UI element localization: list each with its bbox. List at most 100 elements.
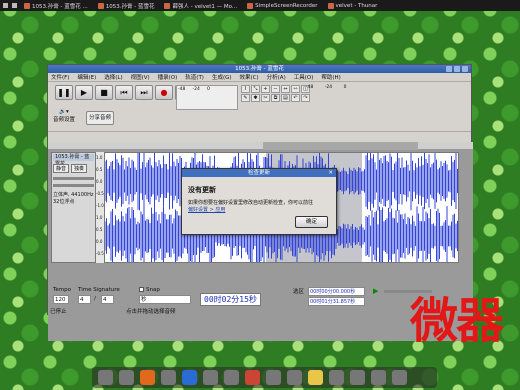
audio-setup-button[interactable]: 🔊▾ 音频设置 [53,109,75,123]
dock-app-icon[interactable] [182,370,197,385]
stop-button[interactable]: ■ [95,85,113,100]
fit-selection-icon[interactable]: ⇔ [281,85,290,93]
desktop-icon[interactable] [3,3,8,8]
dialog-close-icon[interactable]: ✕ [328,169,333,177]
taskbar: 1053.孙膏 - 蓝雪花 ... 1053.孙膏 - 蓝雪花 薛强人 - ve… [0,0,520,11]
selection-start-field[interactable]: 00时00分00.000秒 [308,287,365,296]
transport-toolbar: ❚❚ ▶ ■ ⏮ ⏭ ● ⟳ [55,85,193,100]
undo-icon[interactable]: ↶ [291,94,300,102]
share-audio-button[interactable]: 分享音频 [86,111,114,125]
selection-end-field[interactable]: 00时01分31.857秒 [308,297,365,306]
pause-button[interactable]: ❚❚ [55,85,73,100]
dock-app-icon[interactable] [287,370,302,385]
time-signature-label: Time Signature [78,287,120,293]
menu-help[interactable]: 帮助(H) [321,73,340,81]
pan-slider[interactable] [53,184,94,187]
play-button[interactable]: ▶ [75,85,93,100]
snap-label: Snap [146,287,160,293]
menu-edit[interactable]: 编辑(E) [77,73,96,81]
snap-select[interactable]: 秒 [139,295,191,304]
dock-app-icon[interactable] [119,370,134,385]
tempo-field[interactable]: 120 [53,295,69,304]
app-icon [164,2,171,9]
gain-slider[interactable] [53,177,94,180]
menu-effect[interactable]: 效果(C) [240,73,259,81]
tools-toolbar: I ⤡ + − ⇔ ⇿ ◫ ✎ ✱ ✂ ⧉ ▤ ↶ ↷ [241,85,310,102]
selection-tool-icon[interactable]: I [241,85,250,93]
envelope-tool-icon[interactable]: ⤡ [251,85,260,93]
dock-app-icon[interactable] [203,370,218,385]
timeline-ruler[interactable] [48,142,473,150]
tempo-label: Tempo [53,287,72,293]
dock-app-icon[interactable] [329,370,344,385]
skip-start-button[interactable]: ⏮ [115,85,133,100]
track-info: 立体声, 44100Hz 32位浮点 [53,192,94,205]
copy-icon[interactable]: ⧉ [271,94,280,102]
toolbar-area: ❚❚ ▶ ■ ⏮ ⏭ ● ⟳ -48 -24 0 I⤡+−⇔⇿◫ ✎✱✂⧉▤↶↷… [48,82,471,132]
workspace-icon[interactable] [12,3,17,8]
dock-app-icon[interactable] [266,370,281,385]
menu-analyze[interactable]: 分析(A) [267,73,286,81]
time-display[interactable]: 00时02分15秒 [200,293,261,306]
menu-transport[interactable]: 播录(O) [158,73,178,81]
scale-tick: 1.0 [96,215,103,220]
ok-button[interactable]: 确定 [295,216,328,228]
scale-tick: 0.0 [96,179,103,184]
meter-tick: -48 [306,85,314,90]
sig-denominator-field[interactable]: 4 [101,295,114,304]
dock-app-icon[interactable] [224,370,239,385]
recording-meter[interactable]: -48 -24 0 [176,85,238,110]
play-at-speed-icon[interactable]: ▶ [373,287,378,295]
app-icon [97,2,104,9]
minimize-button[interactable] [446,66,452,72]
menu-tools[interactable]: 工具(O) [294,73,314,81]
app-icon [327,2,334,9]
maximize-button[interactable] [454,66,460,72]
menu-tracks[interactable]: 轨道(T) [185,73,204,81]
selection-label: 选区 [293,289,305,295]
dock-app-icon[interactable] [245,370,260,385]
task-item[interactable]: velvet - Thunar [325,2,381,9]
multi-tool-icon[interactable]: ✱ [251,94,260,102]
close-button[interactable] [462,66,468,72]
audio-setup-label: 音频设置 [53,117,76,123]
menu-generate[interactable]: 生成(G) [212,73,232,81]
dialog-titlebar[interactable]: 检查更新 ✕ [182,169,336,177]
menu-file[interactable]: 文件(F) [51,73,69,81]
record-button[interactable]: ● [155,85,173,100]
dock-app-icon[interactable] [98,370,113,385]
dialog-heading: 没有更新 [188,186,216,194]
status-hint: 点击并拖动选择音频 [126,309,176,315]
playback-meter[interactable]: -48 -24 0 [306,85,456,105]
scale-tick: 0.5 [96,227,103,232]
snap-checkbox[interactable] [139,287,144,292]
dock-app-icon[interactable] [140,370,155,385]
mute-button[interactable]: 静音 [53,164,70,173]
sig-numerator-field[interactable]: 4 [78,295,91,304]
task-item[interactable]: 薛强人 - velvet1 — Mo... [161,2,240,10]
solo-button[interactable]: 独奏 [71,164,88,173]
draw-tool-icon[interactable]: ✎ [241,94,250,102]
task-item[interactable]: 1053.孙膏 - 蓝雪花 ... [21,2,91,10]
window-titlebar[interactable]: 1053.孙膏 - 蓝雪花 [48,65,471,73]
fit-project-icon[interactable]: ⇿ [291,85,300,93]
task-item[interactable]: 1053.孙膏 - 蓝雪花 [95,2,158,10]
scale-tick: -0.5 [96,251,104,256]
dialog-title: 检查更新 [247,170,270,176]
dock-app-icon[interactable] [161,370,176,385]
zoom-out-icon[interactable]: − [271,85,280,93]
track-name-button[interactable]: 1053.孙膏 - 蓝雪花 [53,154,94,167]
paste-icon[interactable]: ▤ [281,94,290,102]
skip-end-button[interactable]: ⏭ [135,85,153,100]
zoom-in-icon[interactable]: + [261,85,270,93]
dock-app-icon[interactable] [350,370,365,385]
task-item[interactable]: SimpleScreenRecorder [244,2,320,9]
cut-icon[interactable]: ✂ [261,94,270,102]
preferences-link[interactable]: 偏好设置 > 应用 [188,206,330,213]
dock-app-icon[interactable] [308,370,323,385]
menu-select[interactable]: 选择(L) [104,73,122,81]
menu-view[interactable]: 视图(V) [131,73,150,81]
dock-app-icon[interactable] [392,370,407,385]
dock-app-icon[interactable] [371,370,386,385]
snap-value: 秒 [141,297,147,303]
